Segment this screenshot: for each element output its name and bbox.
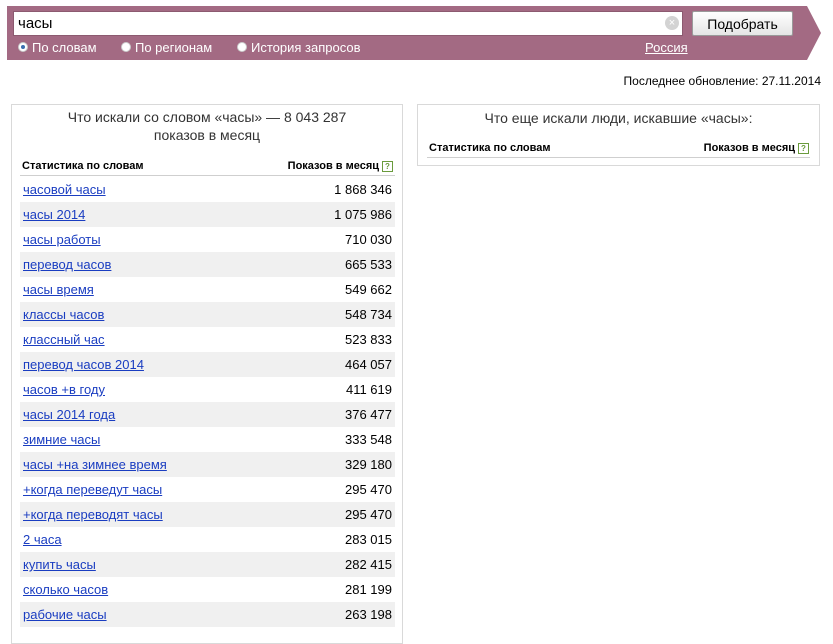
col-count-header: Показов в месяц? [288, 160, 393, 172]
header-divider [427, 157, 810, 158]
help-icon[interactable]: ? [798, 142, 809, 154]
last-update: Последнее обновление: 27.11.2014 [623, 74, 821, 88]
table-row: классы часов 548 734 [20, 302, 395, 327]
search-input[interactable] [13, 11, 683, 36]
impressions-count: 549 662 [345, 282, 392, 297]
region-link[interactable]: Россия [645, 40, 688, 56]
table-row: часы +на зимнее время 329 180 [20, 452, 395, 477]
table-row: рабочие часы 263 198 [20, 602, 395, 627]
col-keyword-header: Статистика по словам [429, 142, 551, 154]
impressions-count: 376 477 [345, 407, 392, 422]
keyword-link[interactable]: +когда переведут часы [23, 477, 162, 502]
impressions-count: 1 868 346 [334, 182, 392, 197]
also-searched-panel: Что еще искали люди, искавшие «часы»: Ст… [417, 104, 820, 166]
keyword-link[interactable]: часы 2014 года [23, 402, 115, 427]
table-row: классный час 523 833 [20, 327, 395, 352]
table-row: +когда переводят часы 295 470 [20, 502, 395, 527]
keyword-link[interactable]: классы часов [23, 302, 104, 327]
panel-title: Что еще искали люди, искавшие «часы»: [484, 110, 753, 126]
radio-icon[interactable] [237, 42, 247, 52]
table-row: часовой часы 1 868 346 [20, 177, 395, 202]
keyword-list: часовой часы 1 868 346 часы 2014 1 075 986 ч… [20, 177, 395, 627]
keyword-link[interactable]: купить часы [23, 552, 96, 577]
radio-icon[interactable] [18, 42, 28, 52]
table-row: купить часы 282 415 [20, 552, 395, 577]
header-arrow [807, 6, 821, 60]
col-count-header: Показов в месяц? [704, 142, 809, 154]
keyword-link[interactable]: часовой часы [23, 177, 106, 202]
impressions-count: 295 470 [345, 507, 392, 522]
keyword-link[interactable]: сколько часов [23, 577, 108, 602]
impressions-count: 263 198 [345, 607, 392, 622]
keyword-link[interactable]: +когда переводят часы [23, 502, 163, 527]
table-row: зимние часы 333 548 [20, 427, 395, 452]
clear-icon[interactable]: × [665, 16, 679, 30]
related-words-panel: Что искали со словом «часы» — 8 043 287 … [11, 104, 403, 644]
impressions-count: 283 015 [345, 532, 392, 547]
panel-title-line: показов в месяц [153, 127, 261, 143]
impressions-count: 281 199 [345, 582, 392, 597]
panel-title-line: Что искали со словом «часы» — 8 043 287 [67, 109, 347, 125]
impressions-count: 1 075 986 [334, 207, 392, 222]
table-row: сколько часов 281 199 [20, 577, 395, 602]
keyword-link[interactable]: рабочие часы [23, 602, 107, 627]
keyword-link[interactable]: зимние часы [23, 427, 100, 452]
table-row: часы 2014 1 075 986 [20, 202, 395, 227]
keyword-link[interactable]: перевод часов 2014 [23, 352, 144, 377]
table-row: 2 часа 283 015 [20, 527, 395, 552]
table-row: +когда переведут часы 295 470 [20, 477, 395, 502]
impressions-count: 411 619 [345, 382, 392, 397]
impressions-count: 710 030 [345, 232, 392, 247]
keyword-link[interactable]: 2 часа [23, 527, 62, 552]
header-divider [20, 175, 395, 176]
col-count-label: Показов в месяц [703, 142, 795, 154]
radio-icon[interactable] [121, 42, 131, 52]
col-keyword-header: Статистика по словам [22, 160, 144, 172]
impressions-count: 295 470 [345, 482, 392, 497]
keyword-link[interactable]: часов +в году [23, 377, 105, 402]
impressions-count: 523 833 [345, 332, 392, 347]
keyword-link[interactable]: часы работы [23, 227, 101, 252]
table-row: перевод часов 665 533 [20, 252, 395, 277]
table-row: перевод часов 2014 464 057 [20, 352, 395, 377]
col-count-label: Показов в месяц [287, 160, 379, 172]
keyword-link[interactable]: классный час [23, 327, 105, 352]
tab-label: История запросов [251, 40, 361, 55]
impressions-count: 282 415 [345, 557, 392, 572]
tab-label: По словам [32, 40, 97, 55]
table-row: часы работы 710 030 [20, 227, 395, 252]
panel-title: Что искали со словом «часы» — 8 043 287 … [12, 108, 402, 144]
impressions-count: 333 548 [345, 432, 392, 447]
tab-label: По регионам [135, 40, 213, 55]
table-row: часов +в году 411 619 [20, 377, 395, 402]
keyword-link[interactable]: часы время [23, 277, 94, 302]
impressions-count: 548 734 [345, 307, 392, 322]
table-row: часы время 549 662 [20, 277, 395, 302]
keyword-link[interactable]: перевод часов [23, 252, 111, 277]
impressions-count: 665 533 [345, 257, 392, 272]
impressions-count: 329 180 [345, 457, 392, 472]
keyword-link[interactable]: часы 2014 [23, 202, 85, 227]
help-icon[interactable]: ? [382, 160, 393, 172]
submit-button[interactable]: Подобрать [692, 11, 793, 36]
impressions-count: 464 057 [345, 357, 392, 372]
keyword-link[interactable]: часы +на зимнее время [23, 452, 167, 477]
table-row: часы 2014 года 376 477 [20, 402, 395, 427]
